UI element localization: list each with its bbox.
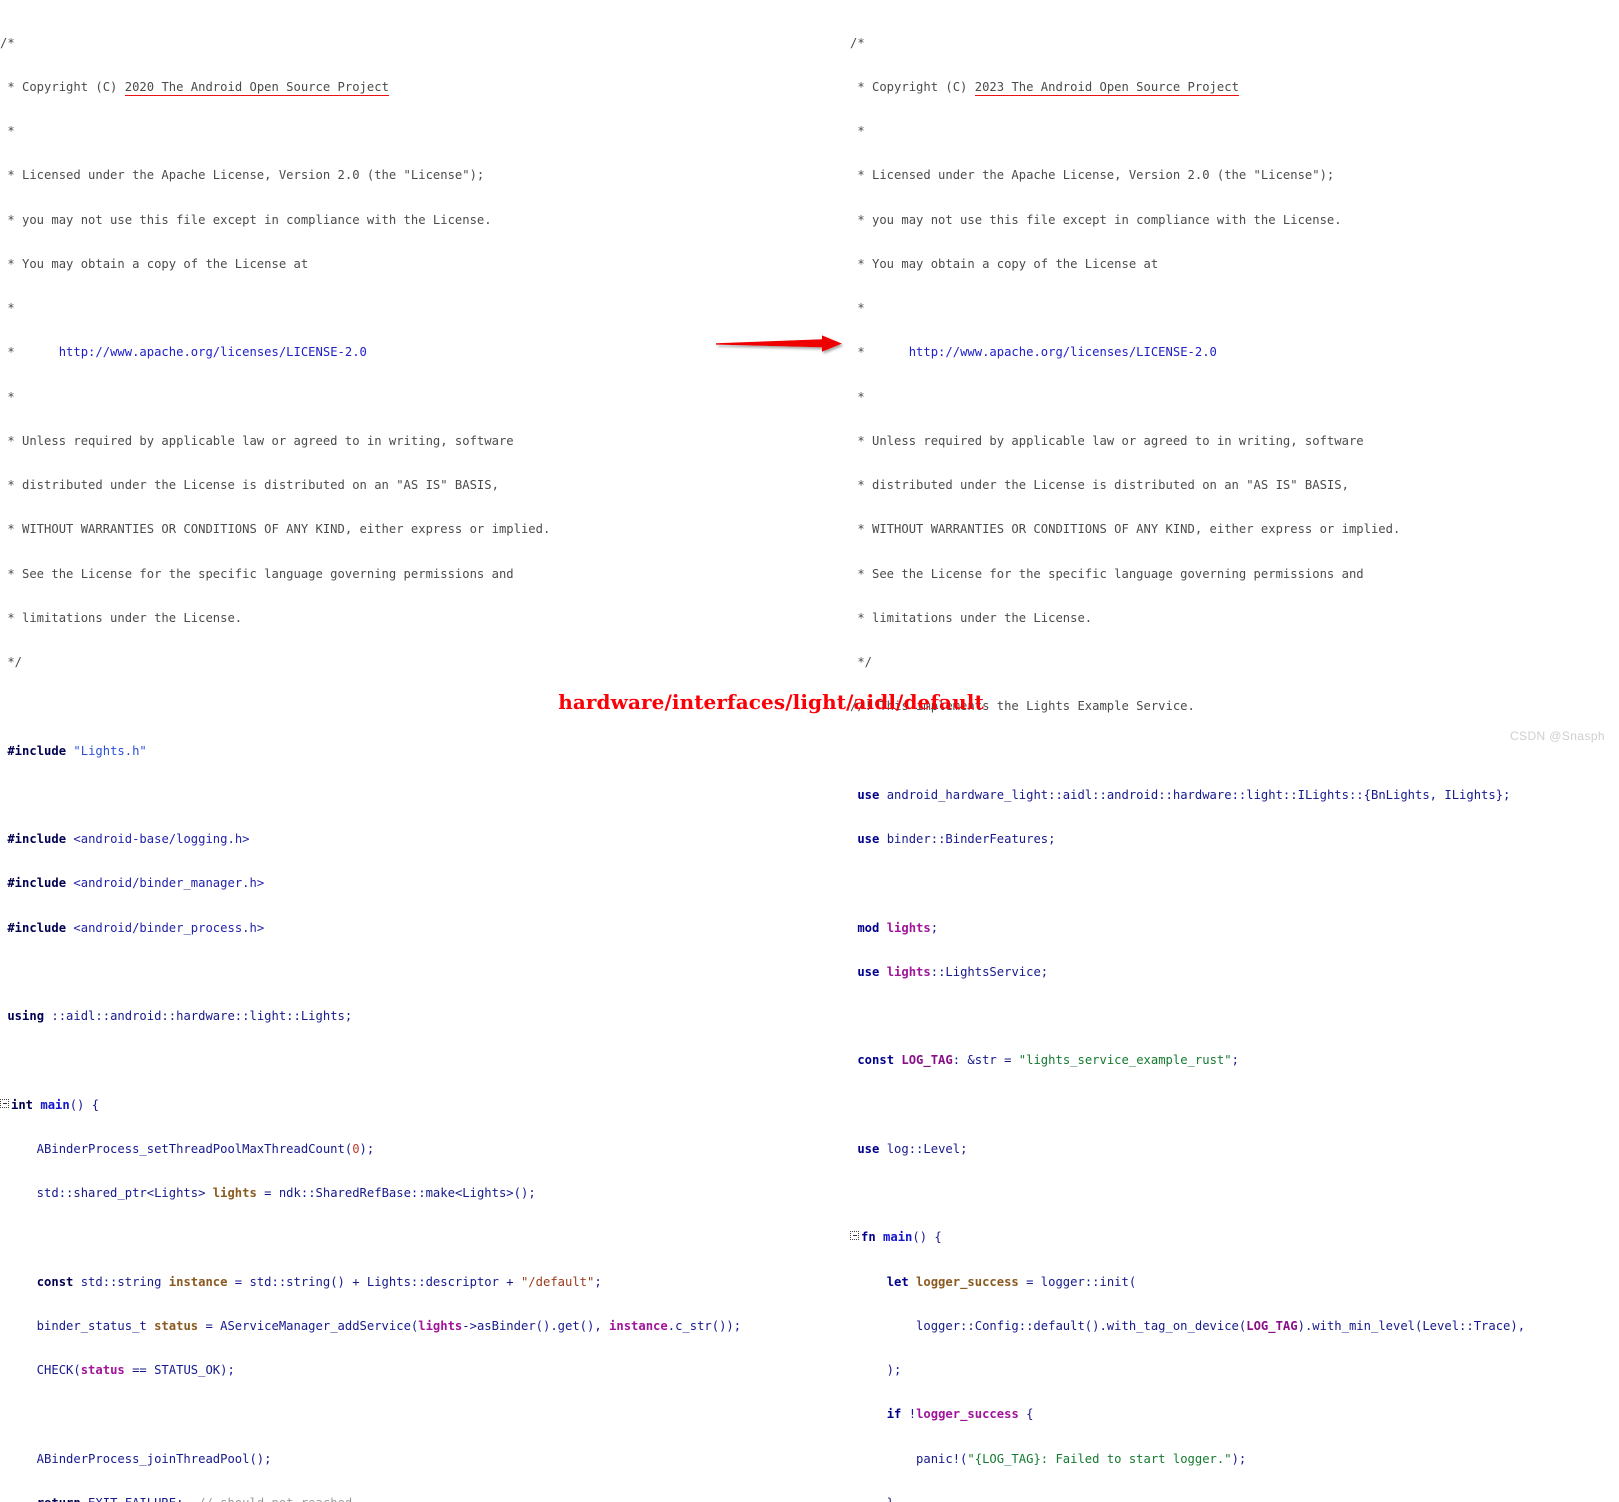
code-line: * limitations under the License. (850, 610, 1093, 625)
code-line: * (0, 301, 15, 315)
code-line: * Licensed under the Apache License, Ver… (0, 168, 485, 183)
watermark: CSDN @Snasph (1509, 729, 1605, 743)
code-line-include-binder-process: #include <android/binder_process.h> (7, 920, 265, 935)
code-line: ); (850, 1363, 902, 1377)
apache-license-link-left[interactable]: http://www.apache.org/licenses/LICENSE-2… (59, 345, 367, 359)
code-line: * limitations under the License. (0, 610, 243, 625)
code-line: * (850, 301, 865, 315)
code-line-use-ilights: use android_hardware_light::aidl::androi… (857, 787, 1511, 802)
code-line: */ (0, 655, 23, 669)
code-line-copyright: * Copyright (C) 2020 The Android Open So… (0, 79, 389, 96)
code-line: ABinderProcess_setThreadPoolMaxThreadCou… (0, 1141, 375, 1156)
code-line-mod-lights: mod lights; (857, 920, 939, 935)
code-line: * See the License for the specific langu… (0, 566, 514, 581)
copyright-year-underlined-left: 2020 (124, 79, 155, 96)
code-line: * (850, 389, 865, 404)
code-line-check: CHECK(status == STATUS_OK); (0, 1363, 235, 1377)
code-line-logger-config: logger::Config::default().with_tag_on_de… (850, 1318, 1526, 1333)
code-line: /* (0, 35, 15, 50)
code-line: * Licensed under the Apache License, Ver… (850, 168, 1335, 183)
code-line: * http://www.apache.org/licenses/LICENSE… (850, 345, 1217, 360)
code-line: * You may obtain a copy of the License a… (850, 256, 1159, 271)
code-line-use-binderfeatures: use binder::BinderFeatures; (857, 832, 1056, 846)
code-line-fn-main: fn main() { (850, 1230, 1619, 1245)
code-line: * Unless required by applicable law or a… (850, 433, 1364, 448)
code-line: */ (850, 655, 873, 669)
code-line: * (0, 389, 15, 404)
code-line-include-binder-manager: #include <android/binder_manager.h> (7, 876, 265, 891)
caption-path: hardware/interfaces/light/aidl/default (558, 690, 984, 714)
code-line-use-log-level: use log::Level; (857, 1141, 968, 1156)
code-line: * WITHOUT WARRANTIES OR CONDITIONS OF AN… (0, 522, 551, 537)
code-line: * See the License for the specific langu… (850, 566, 1364, 581)
code-line-join-threadpool: ABinderProcess_joinThreadPool(); (0, 1451, 272, 1466)
code-line: * You may obtain a copy of the License a… (0, 256, 309, 271)
code-line: * (0, 124, 15, 138)
code-line: * you may not use this file except in co… (850, 212, 1342, 227)
code-line-if-logger: if !logger_success { (886, 1407, 1034, 1422)
copyright-year-underlined-right: 2023 (974, 79, 1005, 96)
code-line-using: using ::aidl::android::hardware::light::… (7, 1009, 353, 1023)
code-line-instance: const std::string instance = std::string… (36, 1274, 602, 1289)
code-line: * Unless required by applicable law or a… (0, 433, 514, 448)
code-fold-icon-cpp[interactable] (0, 1098, 9, 1108)
code-line: } (850, 1496, 1619, 1502)
code-fold-icon-rust[interactable] (850, 1231, 859, 1241)
code-line-include-logging: #include <android-base/logging.h> (7, 832, 250, 846)
copyright-text-underlined-right: The Android Open Source Project (1004, 79, 1239, 96)
code-line-main-signature: int main() { (0, 1098, 820, 1113)
copyright-text-underlined-left: The Android Open Source Project (154, 79, 389, 96)
apache-license-link-right[interactable]: http://www.apache.org/licenses/LICENSE-2… (909, 345, 1217, 359)
rust-code-pane[interactable]: /* * Copyright (C) 2023 The Android Open… (850, 6, 1619, 1502)
code-line-copyright: * Copyright (C) 2023 The Android Open So… (850, 79, 1239, 96)
code-line: * WITHOUT WARRANTIES OR CONDITIONS OF AN… (850, 522, 1401, 537)
code-line: * (850, 124, 865, 138)
code-line: * http://www.apache.org/licenses/LICENSE… (0, 345, 367, 360)
code-line: * distributed under the License is distr… (0, 478, 499, 492)
code-line-use-lightsservice: use lights::LightsService; (857, 964, 1049, 979)
code-line-const-logtag: const LOG_TAG: &str = "lights_service_ex… (857, 1053, 1239, 1068)
code-line-return: return EXIT_FAILURE; // should not reach… (0, 1496, 820, 1502)
code-line-add-service: binder_status_t status = AServiceManager… (0, 1318, 742, 1333)
code-line: std::shared_ptr<Lights> lights = ndk::Sh… (0, 1186, 536, 1200)
code-line: * distributed under the License is distr… (850, 478, 1349, 492)
cpp-code-pane[interactable]: /* * Copyright (C) 2020 The Android Open… (0, 6, 820, 1502)
code-line-logger-init: let logger_success = logger::init( (886, 1274, 1137, 1289)
code-line: * you may not use this file except in co… (0, 212, 492, 227)
code-line-panic: panic!("{LOG_TAG}: Failed to start logge… (850, 1451, 1247, 1466)
red-right-arrow-icon (716, 335, 842, 352)
code-line: /* (850, 35, 865, 50)
